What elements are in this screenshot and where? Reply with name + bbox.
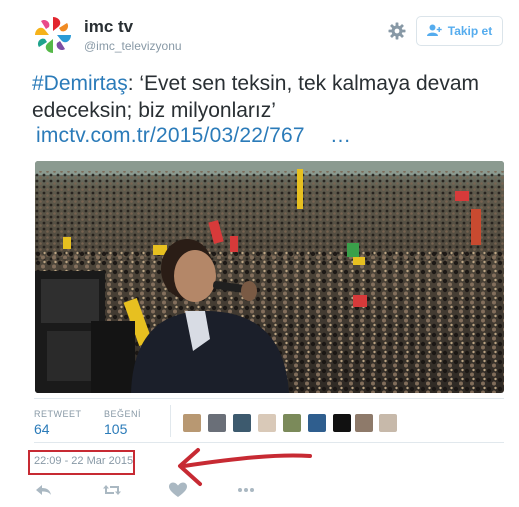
hashtag-link[interactable]: #Demirtaş [32, 72, 128, 95]
tweet-url-link[interactable]: imctv.com.tr/2015/03/22/767 [36, 124, 305, 148]
imc-tv-logo-icon[interactable] [32, 14, 74, 56]
gear-icon[interactable] [388, 22, 406, 40]
liker-avatar[interactable] [258, 414, 276, 432]
stats-separator [170, 405, 171, 437]
link-ellipsis[interactable]: … [330, 124, 351, 148]
divider [34, 398, 504, 399]
retweet-icon[interactable] [102, 482, 122, 498]
reply-icon[interactable] [34, 482, 54, 498]
liker-avatar[interactable] [233, 414, 251, 432]
like-label[interactable]: BEĞENİ [104, 409, 141, 419]
person-plus-icon [426, 24, 443, 39]
retweet-count[interactable]: 64 [34, 421, 50, 437]
liker-avatar[interactable] [333, 414, 351, 432]
tweet-text: #Demirtaş: ‘Evet sen teksin, tek kalmaya… [32, 70, 502, 124]
like-count[interactable]: 105 [104, 421, 127, 437]
heart-icon[interactable] [168, 482, 188, 498]
tweet-photo[interactable] [35, 161, 504, 393]
liker-avatar[interactable] [283, 414, 301, 432]
liker-avatar[interactable] [379, 414, 397, 432]
follow-button[interactable]: Takip et [416, 16, 503, 46]
follow-button-label: Takip et [447, 24, 493, 38]
more-icon[interactable] [236, 482, 256, 498]
liker-avatar[interactable] [208, 414, 226, 432]
liker-avatar[interactable] [183, 414, 201, 432]
liker-avatar[interactable] [308, 414, 326, 432]
screen-name[interactable]: @imc_televizyonu [84, 39, 182, 53]
retweet-label[interactable]: RETWEET [34, 409, 82, 419]
timestamp[interactable]: 22:09 - 22 Mar 2015 [34, 455, 133, 467]
display-name[interactable]: imc tv [84, 17, 133, 37]
liker-avatar[interactable] [355, 414, 373, 432]
